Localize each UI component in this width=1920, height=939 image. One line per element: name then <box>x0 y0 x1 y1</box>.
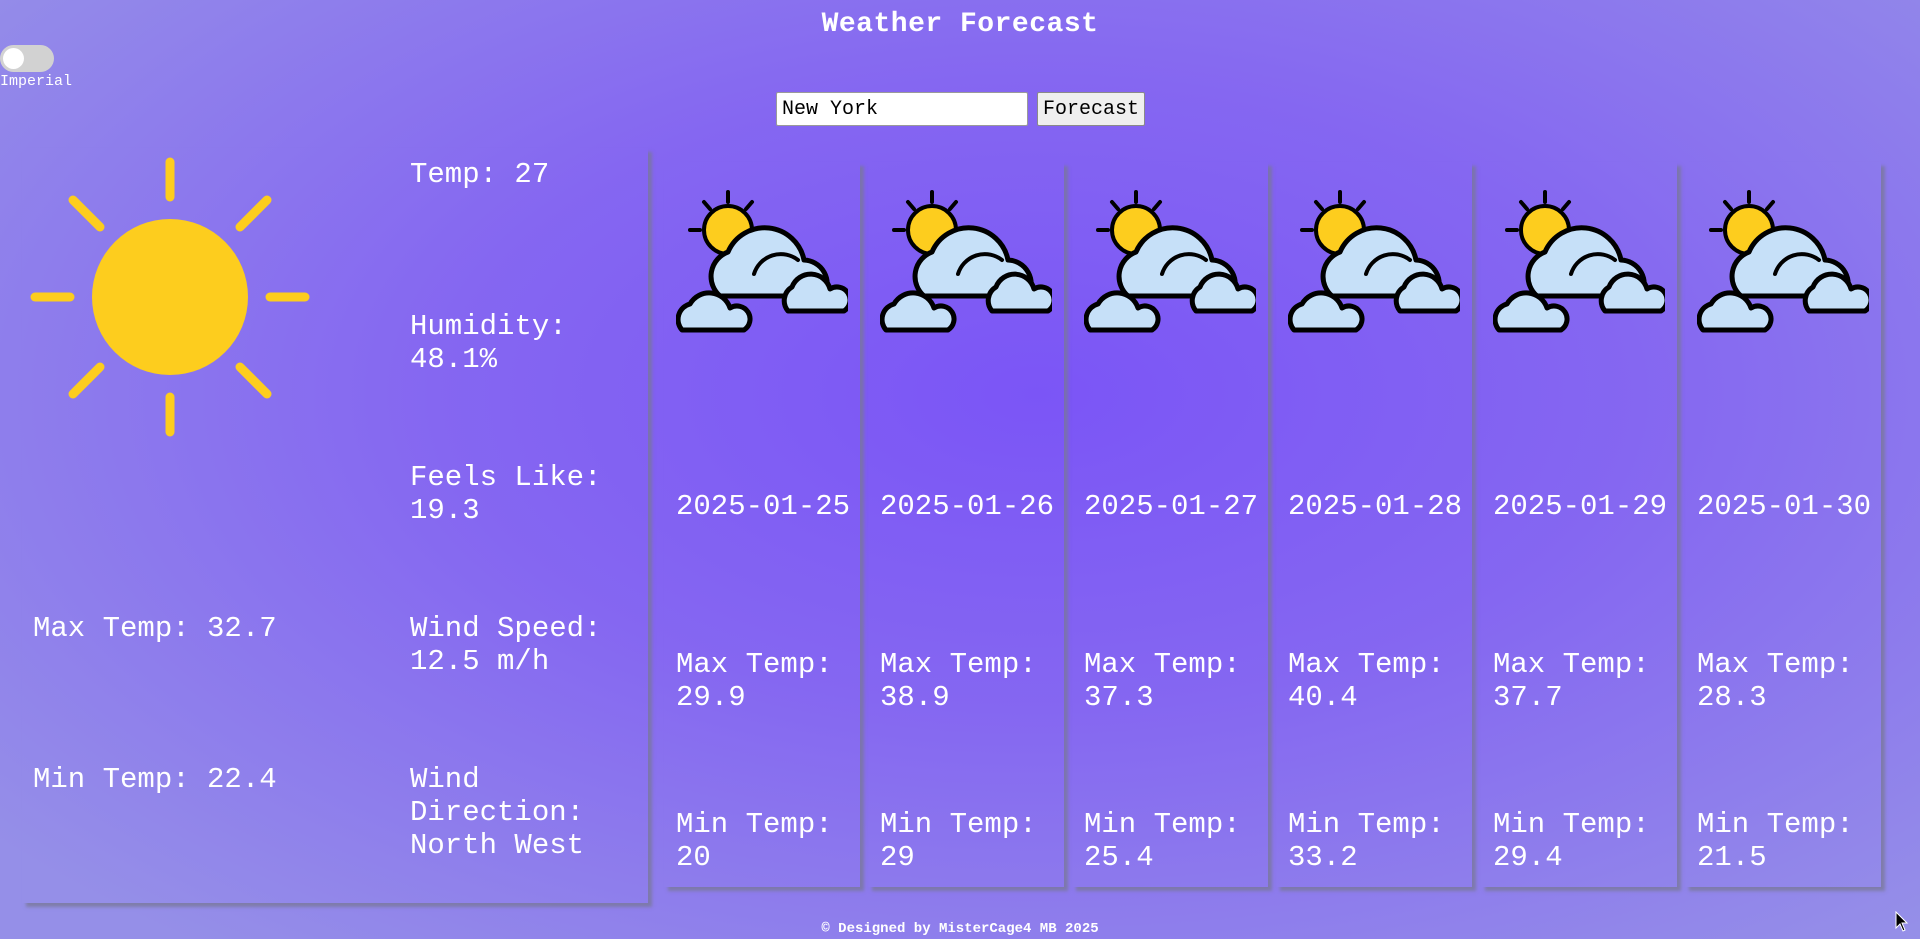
forecast-max-temp: Max Temp: 40.4 <box>1288 648 1445 714</box>
forecast-min-temp: Min Temp: 29 <box>880 808 1037 874</box>
current-wind-direction: Wind Direction: North West <box>410 763 585 862</box>
forecast-min-temp: Min Temp: 33.2 <box>1288 808 1445 874</box>
partly-cloudy-icon <box>879 188 1057 341</box>
footer-credit: © Designed by MisterCage4 MB 2025 <box>821 921 1099 937</box>
partly-cloudy-icon <box>1287 188 1465 341</box>
forecast-date: 2025-01-29 <box>1493 490 1668 523</box>
current-feels-like: Feels Like: 19.3 <box>410 461 602 527</box>
forecast-min-temp: Min Temp: 25.4 <box>1084 808 1241 874</box>
forecast-min-temp: Min Temp: 21.5 <box>1697 808 1854 874</box>
forecast-min-temp: Min Temp: 29.4 <box>1493 808 1650 874</box>
forecast-button[interactable]: Forecast <box>1037 92 1146 126</box>
partly-cloudy-icon <box>1492 188 1670 341</box>
forecast-min-temp: Min Temp: 20 <box>676 808 833 874</box>
switch-knob <box>3 48 24 69</box>
forecast-max-temp: Max Temp: 38.9 <box>880 648 1037 714</box>
city-input[interactable] <box>776 92 1028 126</box>
partly-cloudy-icon <box>675 188 853 341</box>
page-title: Weather Forecast <box>821 9 1099 40</box>
units-switch[interactable] <box>0 45 54 72</box>
forecast-date: 2025-01-26 <box>880 490 1055 523</box>
forecast-day-card: 2025-01-26 Max Temp: 38.9 Min Temp: 29 <box>868 162 1064 887</box>
partly-cloudy-icon <box>1696 188 1874 341</box>
forecast-max-temp: Max Temp: 37.7 <box>1493 648 1650 714</box>
current-humidity: Humidity: 48.1% <box>410 310 567 376</box>
mouse-cursor-icon <box>1895 911 1909 932</box>
forecast-date: 2025-01-30 <box>1697 490 1872 523</box>
current-max-temp: Max Temp: 32.7 <box>33 612 277 645</box>
forecast-day-card: 2025-01-30 Max Temp: 28.3 Min Temp: 21.5 <box>1685 162 1881 887</box>
current-min-temp: Min Temp: 22.4 <box>33 763 277 796</box>
forecast-day-card: 2025-01-28 Max Temp: 40.4 Min Temp: 33.2 <box>1276 162 1472 887</box>
forecast-max-temp: Max Temp: 28.3 <box>1697 648 1854 714</box>
forecast-day-card: 2025-01-29 Max Temp: 37.7 Min Temp: 29.4 <box>1481 162 1677 887</box>
forecast-day-card: 2025-01-25 Max Temp: 29.9 Min Temp: 20 <box>664 162 860 887</box>
forecast-date: 2025-01-27 <box>1084 490 1259 523</box>
forecast-max-temp: Max Temp: 37.3 <box>1084 648 1241 714</box>
units-toggle[interactable]: Imperial <box>0 45 73 90</box>
sun-icon <box>30 157 310 437</box>
partly-cloudy-icon <box>1083 188 1261 341</box>
search-bar: Forecast <box>776 92 1146 126</box>
forecast-day-card: 2025-01-27 Max Temp: 37.3 Min Temp: 25.4 <box>1072 162 1268 887</box>
units-label: Imperial <box>0 73 73 90</box>
forecast-max-temp: Max Temp: 29.9 <box>676 648 833 714</box>
current-temp: Temp: 27 <box>410 158 550 191</box>
forecast-date: 2025-01-25 <box>676 490 851 523</box>
current-wind-speed: Wind Speed: 12.5 m/h <box>410 612 602 678</box>
forecast-date: 2025-01-28 <box>1288 490 1463 523</box>
